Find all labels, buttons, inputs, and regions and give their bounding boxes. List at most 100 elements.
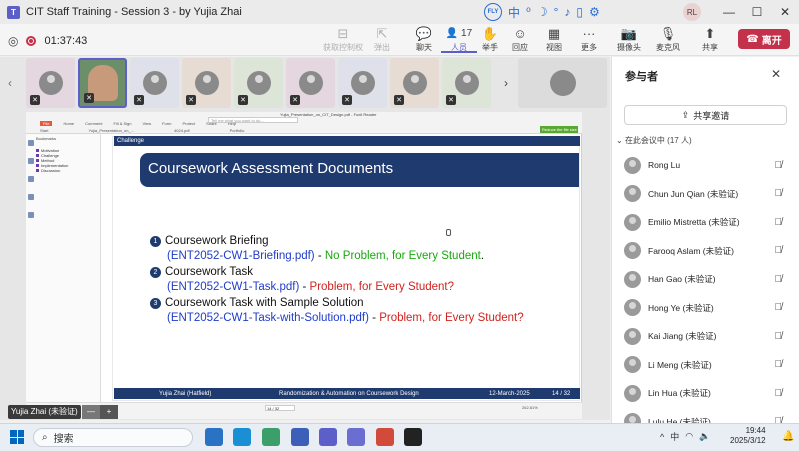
- participant-tile[interactable]: ✕: [390, 58, 439, 108]
- close-icon[interactable]: ✕: [771, 67, 781, 81]
- notification-icon[interactable]: 🔔: [782, 431, 794, 442]
- ime-moon-icon[interactable]: ☽: [537, 5, 548, 19]
- file-explorer-icon[interactable]: [205, 428, 223, 446]
- participant-row[interactable]: Han Gao (未验证) 🎙̸: [624, 269, 782, 289]
- raise-hand-icon: ✋: [481, 26, 499, 41]
- reader-menu-item: Fill & Sign: [113, 121, 132, 126]
- edge-icon[interactable]: [233, 428, 251, 446]
- user-avatar[interactable]: RL: [683, 3, 701, 21]
- zoom-out-button[interactable]: —: [82, 405, 100, 419]
- participant-tile[interactable]: ✕: [338, 58, 387, 108]
- participant-row[interactable]: Farooq Aslam (未验证) 🎙̸: [624, 241, 782, 261]
- reader-menu-item: Form: [162, 121, 172, 126]
- mouse-cursor-icon: [446, 229, 451, 236]
- view-button[interactable]: ▦ 视图: [536, 27, 572, 53]
- participant-row[interactable]: Li Meng (未验证) 🎙̸: [624, 355, 782, 375]
- share-button[interactable]: ⬆ 共享: [692, 27, 728, 53]
- participant-row[interactable]: Emilio Mistretta (未验证) 🎙̸: [624, 212, 782, 232]
- panel-title: 参与者: [625, 71, 658, 83]
- chevron-right-icon[interactable]: ›: [504, 76, 508, 90]
- participant-name: Hong Ye (未验证): [648, 302, 714, 313]
- mic-off-icon: 🎙̸: [774, 359, 783, 370]
- qq-icon[interactable]: [404, 428, 422, 446]
- participant-tile[interactable]: ✕: [182, 58, 231, 108]
- photos-icon[interactable]: [262, 428, 280, 446]
- avatar: [142, 71, 167, 95]
- participant-row[interactable]: Lin Hua (未验证) 🎙̸: [624, 383, 782, 403]
- volume-icon[interactable]: 🔈: [699, 431, 710, 442]
- participant-tile[interactable]: ✕: [234, 58, 283, 108]
- attachment-icon: [28, 194, 34, 200]
- item-file: (ENT2052-CW1-Task-with-Solution.pdf): [167, 312, 369, 324]
- avatar: [624, 384, 641, 402]
- ime-dot-icon[interactable]: °: [554, 5, 559, 19]
- tray-lang[interactable]: 中: [670, 430, 679, 443]
- taskbar-clock[interactable]: 19:44 2025/3/12: [730, 426, 766, 446]
- minimize-button[interactable]: —: [715, 5, 743, 19]
- share-invite-button[interactable]: ⇪ 共享邀请: [624, 105, 787, 125]
- footer-date: 12-March-2025: [489, 390, 530, 397]
- react-icon: ☺: [513, 26, 527, 41]
- avatar: [624, 299, 641, 316]
- zoom-in-button[interactable]: +: [100, 405, 118, 419]
- reader-zoom: 262.81%: [522, 405, 538, 410]
- participant-strip: ✕ ✕ ✕ ✕ ✕ ✕ ✕ ✕ ✕: [26, 58, 582, 108]
- chat-icon: 💬: [415, 26, 433, 41]
- control-button[interactable]: ⊟ 获取控制权: [323, 27, 363, 53]
- mic-off-icon: ✕: [134, 95, 144, 105]
- react-button[interactable]: ☺ 回应: [502, 27, 538, 53]
- chevron-down-icon: ⌄: [616, 136, 625, 145]
- chevron-left-icon[interactable]: ‹: [8, 76, 12, 90]
- participant-tile[interactable]: ✕: [130, 58, 179, 108]
- participant-tile[interactable]: ✕: [26, 58, 75, 108]
- participant-tile-video[interactable]: ✕: [78, 58, 127, 108]
- ime-voice-icon[interactable]: ♪: [564, 5, 570, 19]
- recording-icon: [26, 36, 37, 46]
- bookmark-label: Discussion: [41, 168, 61, 173]
- participant-row[interactable]: Chun Jun Qian (未验证) 🎙̸: [624, 184, 782, 204]
- ime-skin-icon[interactable]: ▯: [576, 5, 583, 19]
- store-icon[interactable]: [291, 428, 309, 446]
- wifi-icon[interactable]: ◠: [685, 431, 693, 442]
- item-label: Coursework Task with Sample Solution: [165, 297, 364, 309]
- item-status: Problem, for Every Student?: [309, 281, 454, 293]
- close-window-button[interactable]: ✕: [771, 5, 799, 19]
- signature-icon: [28, 212, 34, 218]
- participant-tile-large[interactable]: [518, 58, 607, 108]
- leave-button[interactable]: ☎ 离开: [738, 29, 790, 49]
- slide-item-detail: (ENT2052-CW1-Task-with-Solution.pdf) - P…: [167, 312, 524, 324]
- reader-reduce-button: Reduce the file size: [540, 126, 578, 133]
- mic-off-icon: 🎙̸: [774, 188, 783, 199]
- ime-logo-icon[interactable]: FLY: [484, 3, 502, 21]
- teams-icon[interactable]: [319, 428, 337, 446]
- reader-menu-item: Home: [63, 121, 75, 126]
- more-button[interactable]: ··· 更多: [571, 27, 607, 53]
- ime-toolbar[interactable]: FLY 中 ⁰ ☽ ° ♪ ▯ ⚙: [484, 3, 600, 21]
- reader-side-icons: [28, 140, 36, 218]
- participant-tile[interactable]: ✕: [442, 58, 491, 108]
- chat-button[interactable]: 💬 聊天: [406, 27, 442, 53]
- item-status: Problem, for Every Student?: [379, 312, 524, 324]
- ime-settings-icon[interactable]: ⚙: [589, 5, 600, 19]
- mic-off-button[interactable]: 🎙 麦克风: [650, 27, 686, 53]
- bookmark-icon: [28, 140, 34, 146]
- maximize-button[interactable]: ☐: [743, 5, 771, 19]
- camera-button[interactable]: 📷 摄像头: [611, 27, 647, 53]
- teams-icon[interactable]: [347, 428, 365, 446]
- leave-label: 离开: [761, 35, 782, 47]
- participant-row[interactable]: Hong Ye (未验证) 🎙̸: [624, 298, 782, 318]
- item-status: No Problem, for Every Student: [324, 250, 481, 262]
- tray-expand-icon[interactable]: ^: [660, 432, 664, 442]
- popout-button[interactable]: ⇱ 弹出: [364, 27, 400, 53]
- ime-punct-icon[interactable]: ⁰: [526, 5, 531, 19]
- participant-row[interactable]: Rong Lu 🎙̸: [624, 155, 782, 175]
- participant-tile[interactable]: ✕: [286, 58, 335, 108]
- taskbar-search[interactable]: ⌕ 搜索: [33, 428, 193, 447]
- avatar: [624, 327, 641, 345]
- avatar: [194, 71, 219, 95]
- participant-row[interactable]: Kai Jiang (未验证) 🎙̸: [624, 326, 782, 346]
- windows-start-icon[interactable]: [10, 430, 24, 444]
- foxit-icon[interactable]: [376, 428, 394, 446]
- ime-lang[interactable]: 中: [508, 4, 520, 21]
- in-meeting-section-header[interactable]: ⌄ 在此会议中 (17 人): [616, 135, 692, 146]
